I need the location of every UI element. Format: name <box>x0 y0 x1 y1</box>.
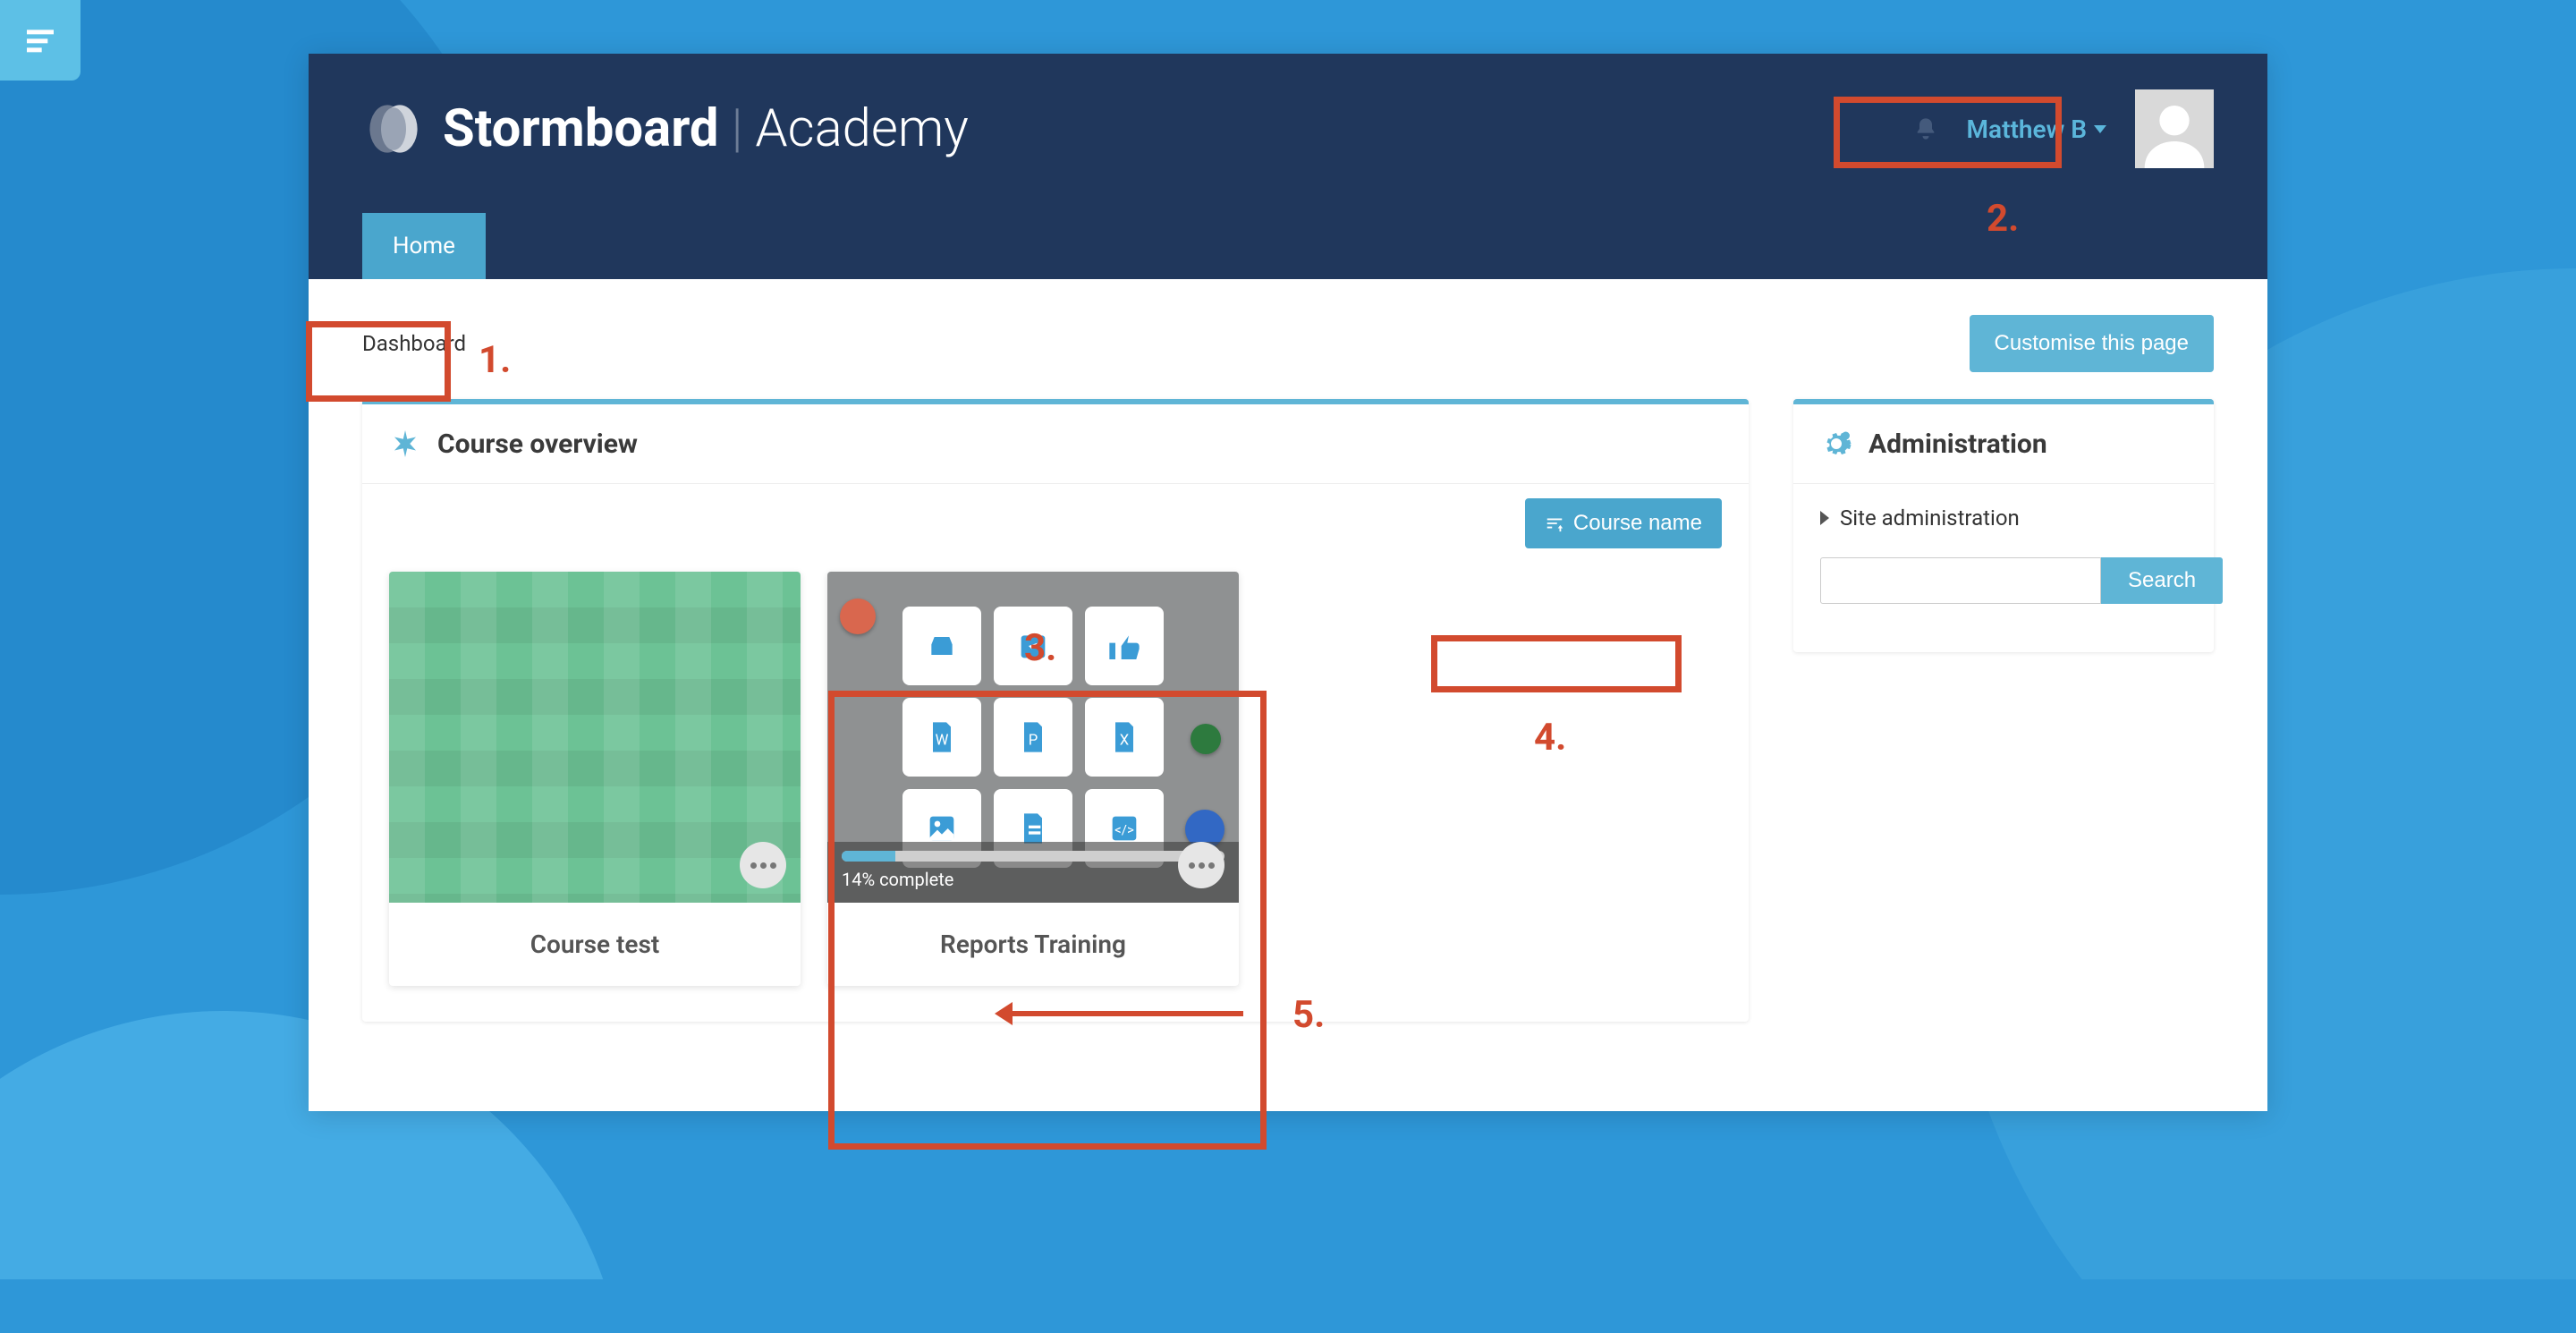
annotation-number-3: 3. <box>1024 626 1056 670</box>
user-menu-toggle[interactable]: Matthew B <box>1954 107 2119 151</box>
svg-text:W: W <box>936 732 949 749</box>
course-thumbnail <box>389 572 801 903</box>
svg-text:X: X <box>1120 732 1129 749</box>
svg-text:</>: </> <box>1114 822 1134 838</box>
sort-course-name-button[interactable]: Course name <box>1525 498 1722 548</box>
site-admin-label: Site administration <box>1840 505 2020 531</box>
app-header: Stormboard | Academy Matthew B Home <box>309 54 2267 279</box>
svg-text:P: P <box>1029 732 1038 749</box>
customise-page-button[interactable]: Customise this page <box>1970 315 2214 372</box>
breadcrumb-dashboard[interactable]: Dashboard <box>362 331 466 356</box>
course-progress: 14% complete <box>827 842 1239 903</box>
gear-icon <box>1820 428 1852 460</box>
caret-down-icon <box>2094 125 2106 133</box>
user-name-label: Matthew B <box>1967 115 2087 144</box>
site-administration-link[interactable]: Site administration <box>1820 505 2187 531</box>
admin-search-input[interactable] <box>1820 557 2101 604</box>
course-thumbnail: W P X </> 14% comple <box>827 572 1239 903</box>
nav-item-home[interactable]: Home <box>362 213 486 279</box>
primary-nav: Home <box>362 213 2214 279</box>
user-avatar[interactable] <box>2135 89 2214 168</box>
annotation-number-4: 4. <box>1534 716 1566 760</box>
brand-name-bold: Stormboard <box>443 98 719 159</box>
annotation-number-1: 1. <box>479 338 511 382</box>
logo-icon <box>362 98 425 160</box>
progress-label: 14% complete <box>842 869 1224 890</box>
admin-search-button[interactable]: Search <box>2101 557 2223 604</box>
annotation-number-5: 5. <box>1292 993 1325 1037</box>
hamburger-menu-button[interactable] <box>0 0 80 81</box>
administration-block: Administration Site administration Searc… <box>1793 399 2214 652</box>
notifications-icon[interactable] <box>1913 116 1938 141</box>
course-more-button[interactable] <box>1178 842 1224 888</box>
annotation-number-2: 2. <box>1987 197 2019 241</box>
brand-name-light: Academy <box>755 98 969 159</box>
annotation-arrow-5 <box>1011 1011 1243 1016</box>
triangle-right-icon <box>1820 511 1829 525</box>
brand-logo[interactable]: Stormboard | Academy <box>362 98 969 160</box>
course-more-button[interactable] <box>740 842 786 888</box>
asterisk-icon <box>389 428 421 460</box>
sort-label: Course name <box>1573 511 1702 536</box>
course-card[interactable]: Course test <box>389 572 801 986</box>
course-title: Course test <box>389 903 801 986</box>
badge-icon <box>840 599 876 634</box>
course-overview-block: Course overview Course name <box>362 399 1749 1022</box>
course-overview-title: Course overview <box>437 429 638 460</box>
brand-separator: | <box>732 98 743 159</box>
badge-icon <box>1191 724 1221 754</box>
course-title: Reports Training <box>827 903 1239 986</box>
sort-icon <box>1545 514 1564 533</box>
menu-icon <box>22 22 58 58</box>
administration-title: Administration <box>1868 429 2047 460</box>
